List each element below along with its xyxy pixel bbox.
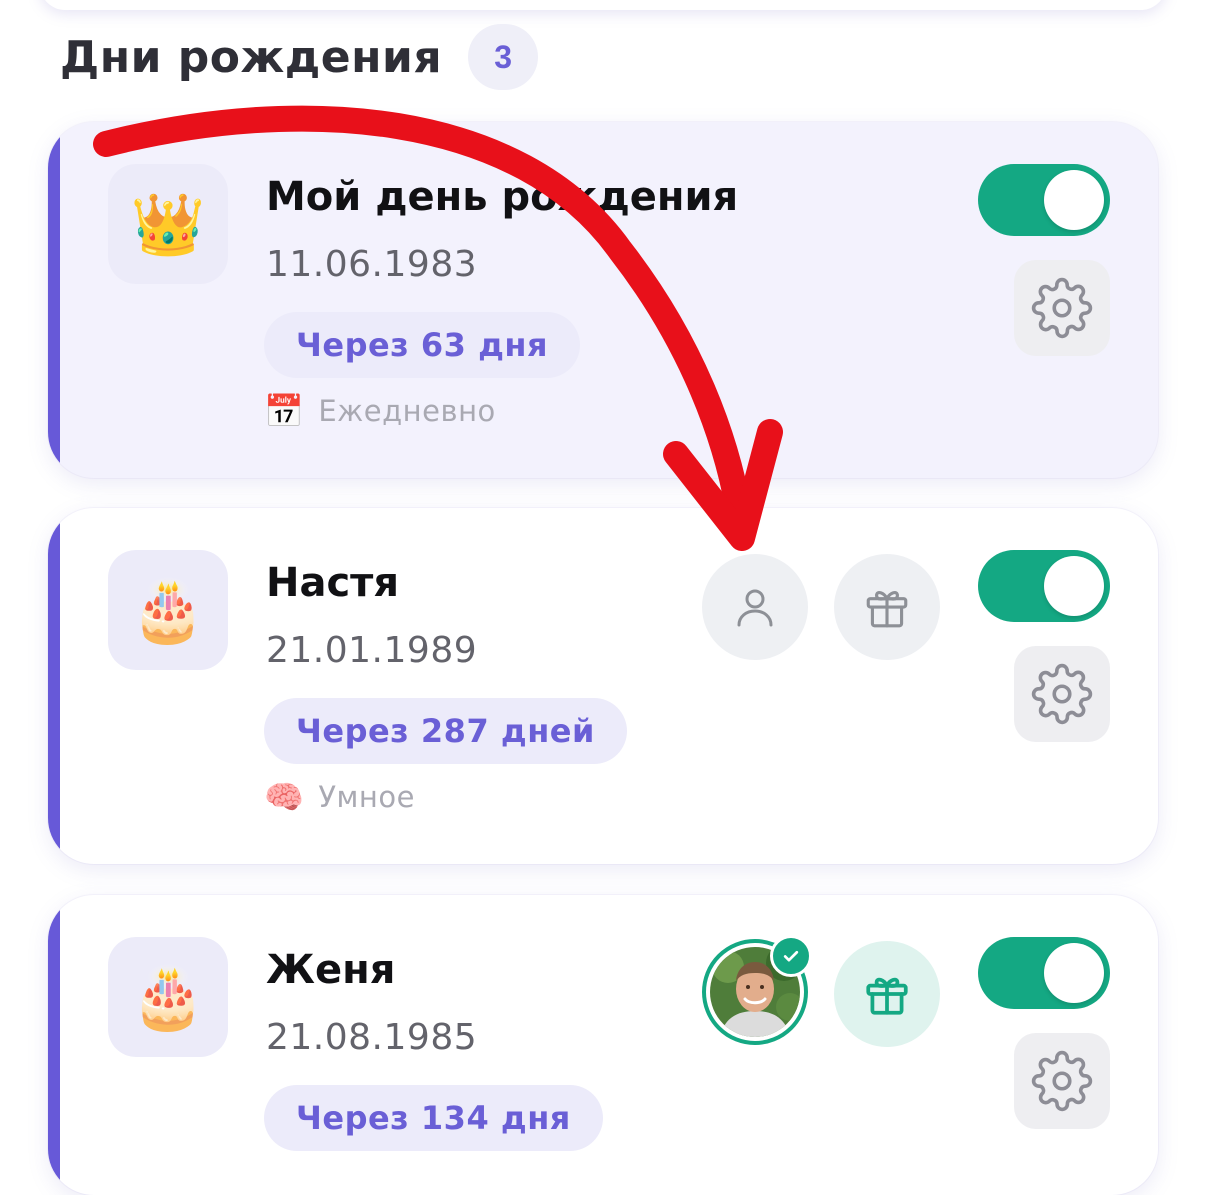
gear-icon <box>1031 663 1093 725</box>
toggle-knob <box>1044 556 1104 616</box>
calendar-icon: 📅 <box>264 392 305 430</box>
gift-icon <box>866 591 908 628</box>
enable-toggle[interactable] <box>978 550 1110 622</box>
section-header: Дни рождения 3 <box>60 24 539 90</box>
birthday-card-zhenya[interactable]: 🎂 Женя 21.08.1985 Через 134 дня <box>48 895 1158 1195</box>
reminder-mode: 🧠 Умное <box>264 778 415 816</box>
card-date: 21.01.1989 <box>266 630 478 671</box>
reminder-mode-label: Умное <box>318 780 415 814</box>
person-icon <box>737 589 773 627</box>
count-badge: 3 <box>468 24 539 90</box>
toggle-knob <box>1044 943 1104 1003</box>
birthday-card-nastya[interactable]: 🎂 Настя 21.01.1989 Через 287 дней 🧠 Умно… <box>48 508 1158 864</box>
gear-icon <box>1031 1050 1093 1112</box>
reminder-mode: 📅 Ежедневно <box>264 392 496 430</box>
toggle-knob <box>1044 170 1104 230</box>
enable-toggle[interactable] <box>978 164 1110 236</box>
card-date: 11.06.1983 <box>266 244 478 285</box>
days-until-pill: Через 287 дней <box>264 698 627 764</box>
card-date: 21.08.1985 <box>266 1017 478 1058</box>
card-name: Женя <box>266 947 396 993</box>
crown-icon: 👑 <box>108 164 228 284</box>
birthday-card-my[interactable]: 👑 Мой день рождения 11.06.1983 Через 63 … <box>48 122 1158 478</box>
link-contact-button[interactable] <box>702 554 808 660</box>
cake-icon: 🎂 <box>108 550 228 670</box>
settings-button[interactable] <box>1014 260 1110 356</box>
gear-icon <box>1031 277 1093 339</box>
card-name: Настя <box>266 560 400 606</box>
cake-icon: 🎂 <box>108 937 228 1057</box>
contact-avatar-button[interactable] <box>702 935 812 1045</box>
reminder-mode-label: Ежедневно <box>318 394 496 428</box>
settings-button[interactable] <box>1014 646 1110 742</box>
gift-icon <box>866 977 908 1015</box>
previous-card-edge <box>40 0 1166 10</box>
section-title: Дни рождения <box>60 31 443 83</box>
settings-button[interactable] <box>1014 1033 1110 1129</box>
gift-button[interactable] <box>834 554 940 660</box>
verified-check-icon <box>770 935 812 977</box>
days-until-pill: Через 63 дня <box>264 312 581 378</box>
enable-toggle[interactable] <box>978 937 1110 1009</box>
days-until-pill: Через 134 дня <box>264 1085 603 1151</box>
card-name: Мой день рождения <box>266 174 739 220</box>
gift-button[interactable] <box>834 941 940 1047</box>
brain-icon: 🧠 <box>264 778 305 816</box>
